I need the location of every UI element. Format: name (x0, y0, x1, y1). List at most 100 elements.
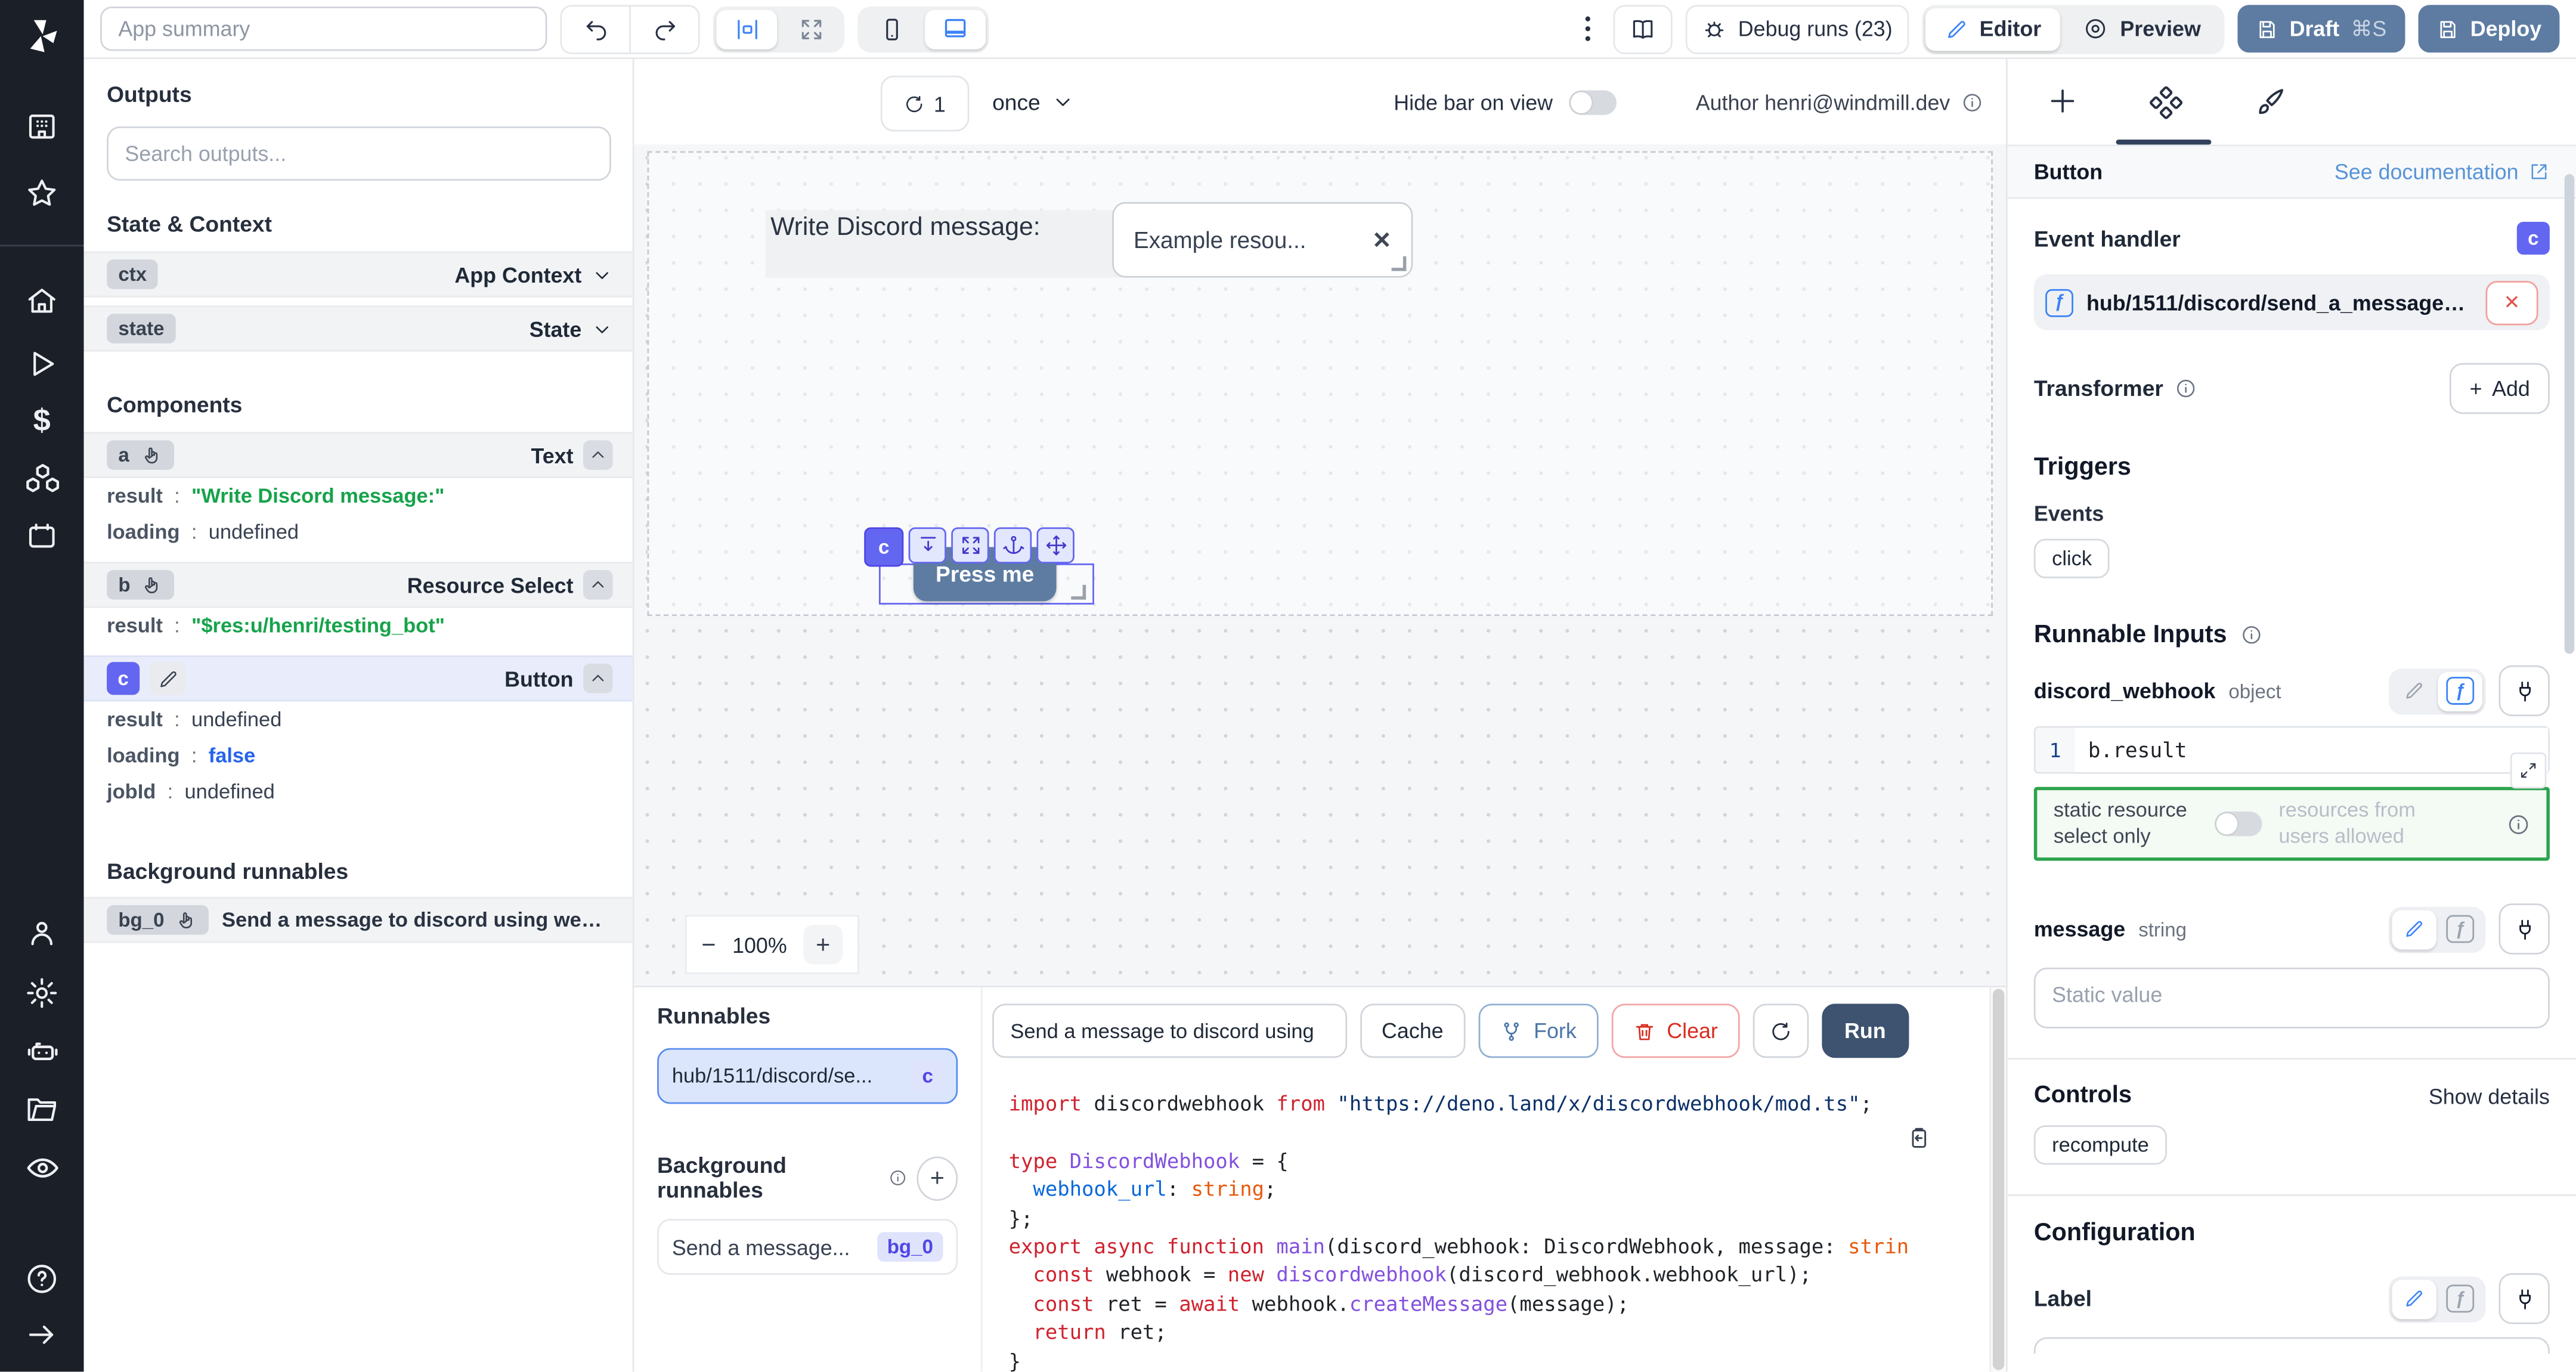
info-icon[interactable] (2175, 378, 2196, 399)
output-value[interactable]: undefined (191, 708, 281, 731)
schedules-calendar-icon[interactable] (24, 519, 59, 554)
script-name-input[interactable] (992, 1004, 1347, 1058)
connect-plug-icon[interactable] (2499, 904, 2550, 955)
chevron-up-icon[interactable] (583, 664, 613, 693)
runnable-item-selected[interactable]: hub/1511/discord/se... c (657, 1048, 958, 1104)
info-icon[interactable] (1962, 91, 1983, 113)
event-click-chip[interactable]: click (2034, 539, 2110, 578)
docs-book-button[interactable] (1613, 4, 1672, 54)
collapse-arrow-icon[interactable] (24, 1318, 59, 1352)
expand-button[interactable] (951, 527, 989, 563)
label-static-input[interactable]: Press me (2034, 1337, 2550, 1354)
fork-button[interactable]: Fork (1478, 1004, 1597, 1058)
refresh-count-button[interactable]: 1 (881, 76, 970, 132)
zoom-in-button[interactable]: + (803, 925, 843, 964)
info-icon[interactable] (2507, 813, 2530, 836)
eval-function-icon[interactable]: ƒ (2438, 910, 2482, 949)
component-row-a[interactable]: a Text (84, 432, 633, 478)
connect-plug-icon[interactable] (2499, 1274, 2550, 1324)
favorites-star-icon[interactable] (24, 176, 59, 210)
hide-bar-toggle[interactable] (1569, 89, 1617, 114)
move-button[interactable] (1036, 527, 1074, 563)
clear-select-icon[interactable]: ✕ (1372, 226, 1391, 254)
output-value[interactable]: undefined (209, 521, 299, 544)
frequency-dropdown[interactable]: once (992, 76, 1075, 128)
resize-handle[interactable] (1071, 585, 1086, 600)
app-canvas[interactable]: Write Discord message: Example resou... … (634, 144, 2006, 986)
message-static-input[interactable] (2034, 968, 2550, 1029)
output-value[interactable]: "$res:u/henri/testing_bot" (191, 614, 445, 637)
see-documentation-link[interactable]: See documentation (2334, 159, 2550, 184)
expand-editor-icon[interactable] (2510, 752, 2547, 789)
fullscreen-button[interactable] (781, 9, 841, 48)
code-lines[interactable]: import discordwebhook from "https://deno… (992, 1091, 1976, 1371)
static-pencil-icon[interactable] (2392, 1280, 2436, 1319)
deploy-button[interactable]: Deploy (2418, 5, 2560, 52)
undo-button[interactable] (562, 6, 629, 52)
add-background-runnable-button[interactable]: + (917, 1156, 958, 1200)
workspace-icon[interactable] (24, 110, 59, 145)
event-handler-chip[interactable]: ƒ hub/1511/discord/send_a_message_... ✕ (2034, 274, 2550, 330)
cache-button[interactable]: Cache (1360, 1004, 1465, 1058)
connect-plug-icon[interactable] (2499, 665, 2550, 716)
chevron-up-icon[interactable] (583, 570, 613, 600)
remove-handler-button[interactable]: ✕ (2485, 280, 2538, 324)
workers-robot-icon[interactable] (24, 1033, 60, 1070)
resize-handle[interactable] (1392, 256, 1407, 271)
mobile-view-button[interactable] (861, 9, 922, 48)
settings-gear-icon[interactable] (24, 976, 59, 1011)
app-summary-input[interactable] (100, 7, 547, 51)
more-options-kebab-icon[interactable] (1575, 17, 1600, 41)
eval-function-icon[interactable]: ƒ (2438, 1280, 2482, 1319)
output-value[interactable]: false (209, 744, 256, 767)
tab-component-settings-icon[interactable] (2149, 85, 2184, 120)
code-scrollbar[interactable] (1989, 987, 2006, 1372)
clear-button[interactable]: Clear (1611, 1004, 1739, 1058)
static-pencil-icon[interactable] (2392, 671, 2436, 710)
tab-styling-brush-icon[interactable] (2254, 85, 2287, 118)
search-outputs-input[interactable] (107, 126, 611, 181)
component-row-b[interactable]: b Resource Select (84, 562, 633, 608)
tab-editor[interactable]: Editor (1925, 7, 2061, 50)
expression-value[interactable]: b.result (2075, 728, 2548, 772)
recompute-chip[interactable]: recompute (2034, 1126, 2167, 1165)
tab-insert-plus-icon[interactable] (2047, 85, 2078, 116)
info-icon[interactable] (2240, 624, 2262, 646)
edit-pencil-icon[interactable] (150, 662, 186, 695)
chevron-down-icon[interactable] (592, 318, 613, 339)
eval-function-icon[interactable]: ƒ (2438, 671, 2482, 710)
refresh-script-button[interactable] (1753, 1004, 1809, 1058)
resources-from-users-toggle[interactable] (2215, 812, 2262, 836)
zoom-out-button[interactable]: − (701, 931, 716, 959)
desktop-view-button[interactable] (925, 9, 986, 48)
text-component[interactable]: Write Discord message: (766, 210, 1172, 278)
help-icon[interactable] (24, 1262, 59, 1296)
tab-preview[interactable]: Preview (2064, 7, 2221, 50)
variables-dollar-icon[interactable]: $ (33, 406, 51, 437)
output-value[interactable]: undefined (185, 781, 275, 804)
resources-cubes-icon[interactable] (24, 460, 60, 496)
resource-select-component[interactable]: Example resou... ✕ (1112, 202, 1413, 278)
add-transformer-button[interactable]: +Add (2450, 363, 2550, 414)
redo-button[interactable] (629, 6, 698, 52)
anchor-button[interactable] (994, 527, 1032, 563)
copy-code-icon[interactable] (1906, 1125, 1930, 1150)
align-center-button[interactable] (716, 9, 777, 48)
audit-eye-icon[interactable] (24, 1150, 60, 1187)
folders-icon[interactable] (24, 1092, 59, 1127)
run-button[interactable]: Run (1821, 1004, 1909, 1058)
runs-play-icon[interactable] (24, 346, 59, 381)
chevron-up-icon[interactable] (583, 440, 613, 470)
user-icon[interactable] (24, 916, 59, 951)
info-icon[interactable] (889, 1168, 907, 1188)
insert-below-button[interactable] (909, 527, 946, 563)
expression-editor[interactable]: 1 b.result (2034, 726, 2550, 774)
background-runnable-row[interactable]: bg_0 Send a message to discord using web… (84, 897, 633, 943)
windmill-logo-icon[interactable] (20, 15, 63, 66)
chevron-down-icon[interactable] (592, 264, 613, 285)
debug-runs-button[interactable]: Debug runs (23) (1686, 4, 1909, 54)
show-details-link[interactable]: Show details (2429, 1084, 2550, 1108)
output-row-state[interactable]: state State (84, 305, 633, 351)
home-icon[interactable] (24, 284, 59, 319)
output-value[interactable]: "Write Discord message:" (191, 485, 444, 508)
